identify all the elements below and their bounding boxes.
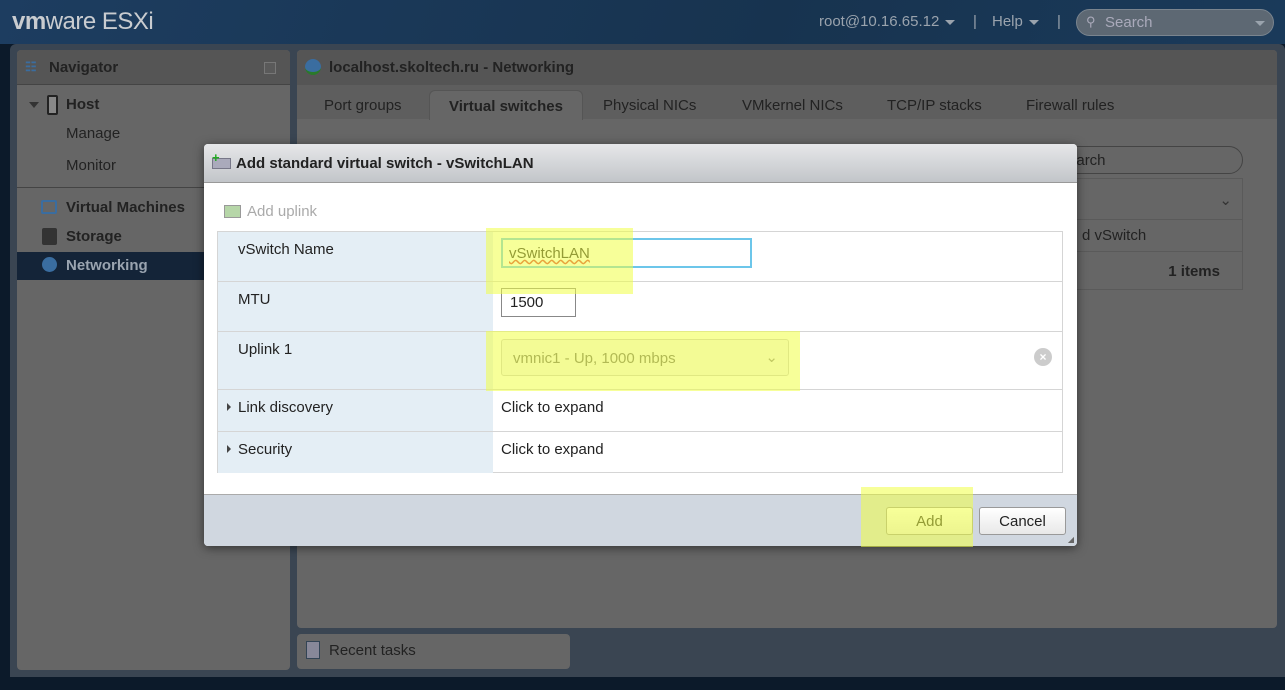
items-count: 1 items bbox=[1168, 263, 1220, 280]
field-label: Uplink 1 bbox=[218, 332, 493, 389]
help-menu[interactable]: Help bbox=[992, 13, 1039, 30]
collapse-icon[interactable] bbox=[264, 62, 276, 74]
tab-tcpip-stacks[interactable]: TCP/IP stacks bbox=[887, 97, 982, 114]
top-bar: vmware ESXi root@10.16.65.12 | Help | ⚲ … bbox=[0, 0, 1285, 44]
row-link-discovery[interactable]: Link discovery Click to expand bbox=[218, 390, 1062, 432]
recent-tasks-button[interactable]: Recent tasks bbox=[297, 634, 570, 669]
field-label: vSwitch Name bbox=[218, 232, 493, 281]
add-uplink-button[interactable]: Add uplink bbox=[224, 203, 317, 220]
field-label: MTU bbox=[218, 282, 493, 331]
dialog-title: + Add standard virtual switch - vSwitchL… bbox=[204, 144, 1077, 183]
tab-bar: Port groups Virtual switches Physical NI… bbox=[297, 85, 1277, 120]
uplink-select[interactable]: vmnic1 - Up, 1000 mbps ⌄ bbox=[501, 339, 789, 376]
plus-icon: + bbox=[212, 150, 220, 165]
separator: | bbox=[1057, 13, 1061, 30]
chevron-down-icon bbox=[1028, 19, 1039, 25]
chevron-down-icon bbox=[1255, 21, 1265, 26]
host-icon bbox=[47, 95, 58, 115]
main-header: localhost.skoltech.ru - Networking bbox=[297, 50, 1277, 85]
remove-uplink-icon[interactable]: × bbox=[1034, 348, 1052, 366]
chevron-down-icon: ⌄ bbox=[765, 349, 778, 366]
add-vswitch-dialog: + Add standard virtual switch - vSwitchL… bbox=[204, 144, 1077, 546]
row-security[interactable]: Security Click to expand bbox=[218, 432, 1062, 473]
field-label: Security bbox=[238, 441, 293, 458]
nic-icon bbox=[224, 205, 241, 218]
resize-handle-icon[interactable]: ◢ bbox=[1068, 535, 1074, 544]
global-search-input[interactable]: ⚲ Search bbox=[1076, 9, 1274, 36]
tab-firewall-rules[interactable]: Firewall rules bbox=[1026, 97, 1114, 114]
expand-arrow-icon[interactable] bbox=[227, 403, 231, 411]
vswitch-name-input[interactable]: vSwitchLAN bbox=[501, 238, 752, 268]
navigator-tree-icon: ☷ bbox=[25, 59, 37, 74]
vmware-esxi-logo: vmware ESXi bbox=[12, 8, 154, 35]
tab-vmkernel-nics[interactable]: VMkernel NICs bbox=[742, 97, 843, 114]
networking-globe-icon bbox=[42, 257, 57, 272]
security-expand[interactable]: Click to expand bbox=[501, 441, 604, 458]
field-label: Link discovery bbox=[238, 399, 334, 416]
chevron-down-icon[interactable]: ⌄ bbox=[1219, 191, 1232, 209]
virtual-machines-icon bbox=[41, 200, 57, 214]
expand-arrow-icon[interactable] bbox=[29, 102, 39, 108]
nav-item-host[interactable]: Host bbox=[17, 91, 290, 119]
navigator-header: ☷ Navigator bbox=[17, 50, 290, 85]
chevron-down-icon bbox=[945, 19, 956, 25]
user-menu[interactable]: root@10.16.65.12 bbox=[819, 13, 956, 30]
row-uplink-1: Uplink 1 vmnic1 - Up, 1000 mbps ⌄ × bbox=[218, 332, 1062, 390]
tab-virtual-switches[interactable]: Virtual switches bbox=[429, 90, 583, 120]
dialog-footer: Add Cancel ◢ bbox=[204, 494, 1077, 546]
mtu-input[interactable]: 1500 bbox=[501, 288, 576, 317]
search-icon: ⚲ bbox=[1086, 14, 1096, 29]
expand-arrow-icon[interactable] bbox=[227, 445, 231, 453]
tab-port-groups[interactable]: Port groups bbox=[324, 97, 402, 114]
clipboard-icon bbox=[306, 641, 320, 659]
link-discovery-expand[interactable]: Click to expand bbox=[501, 399, 604, 416]
separator: | bbox=[973, 13, 977, 30]
table-cell: d vSwitch bbox=[1082, 227, 1147, 244]
networking-globe-icon bbox=[305, 59, 321, 75]
tab-physical-nics[interactable]: Physical NICs bbox=[603, 97, 696, 114]
storage-icon bbox=[42, 228, 57, 245]
add-button[interactable]: Add bbox=[886, 507, 973, 535]
settings-table: vSwitch Name vSwitchLAN MTU 1500 Uplink … bbox=[217, 231, 1063, 473]
row-mtu: MTU 1500 bbox=[218, 282, 1062, 332]
row-vswitch-name: vSwitch Name vSwitchLAN bbox=[218, 232, 1062, 282]
cancel-button[interactable]: Cancel bbox=[979, 507, 1066, 535]
